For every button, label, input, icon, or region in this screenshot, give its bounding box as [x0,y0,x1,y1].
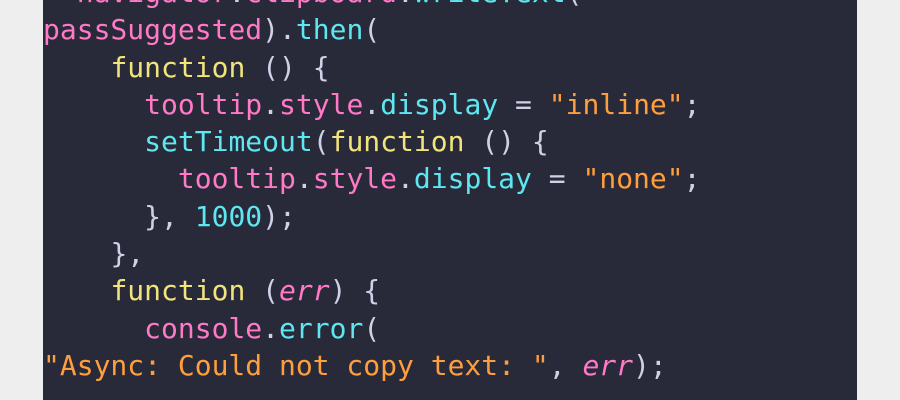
punctuation-token: ( [363,311,381,345]
code-line: }, [43,235,701,272]
identifier-token: style [312,162,398,196]
dot-operator-token: . [397,0,414,9]
code-line: function () { [43,49,701,86]
punctuation-token: }, [110,237,145,271]
dot-operator-token: . [363,87,381,121]
identifier-token: tooltip [144,87,263,121]
code-line: "Async: Could not copy text: ", err); [43,347,701,384]
punctuation-token: ; [683,162,701,196]
method-token: error [279,311,364,345]
method-token: writeText [414,0,566,9]
punctuation-token: ; [683,87,701,121]
identifier-token: tooltip [177,162,296,196]
punctuation-token: ); [633,348,667,382]
punctuation-token: ( [363,13,381,47]
punctuation-token: ); [262,199,296,233]
punctuation-token: ( [566,0,583,9]
identifier-token: console [144,311,263,345]
string-literal-token: "Async: Could not copy text: " [43,348,549,382]
code-line: console.error( [43,310,701,347]
dot-operator-token: . [262,311,280,345]
parameter-token: err [279,274,330,308]
keyword-token: function [110,50,246,84]
punctuation-token: = [531,162,583,196]
punctuation-token: = [498,87,549,121]
code-block[interactable]: navigator.clipboard.writeText(passSugges… [43,0,701,384]
punctuation-token: ). [262,13,296,47]
code-line: navigator.clipboard.writeText( [43,0,701,11]
method-token: display [413,162,532,196]
method-token: setTimeout [144,125,313,159]
punctuation-token: ( [312,125,330,159]
code-line: passSuggested).then( [43,11,701,48]
string-literal-token: "none" [582,162,684,196]
punctuation-token: () { [464,125,549,159]
method-token: then [295,13,364,47]
punctuation-token: , [548,348,583,382]
identifier-token: passSuggested [43,13,263,47]
dot-operator-token: . [295,162,313,196]
identifier-token: style [279,87,364,121]
identifier-token: navigator [77,0,229,9]
keyword-token: function [329,125,465,159]
dot-operator-token: . [262,87,280,121]
punctuation-token: () { [245,50,330,84]
method-token: display [380,87,499,121]
punctuation-token: }, [144,199,195,233]
keyword-token: function [110,274,246,308]
code-line: function (err) { [43,272,701,309]
identifier-token: clipboard [245,0,397,9]
punctuation-token: ) { [329,274,381,308]
code-line: setTimeout(function () { [43,123,701,160]
code-line: tooltip.style.display = "inline"; [43,86,701,123]
code-line: }, 1000); [43,198,701,235]
number-literal-token: 1000 [194,199,263,233]
string-literal-token: "inline" [548,87,684,121]
parameter-token: err [582,348,634,382]
dot-operator-token: . [397,162,414,196]
code-editor-panel: navigator.clipboard.writeText(passSugges… [43,0,857,400]
code-line: tooltip.style.display = "none"; [43,160,701,197]
dot-operator-token: . [228,0,245,9]
punctuation-token: ( [245,274,280,308]
